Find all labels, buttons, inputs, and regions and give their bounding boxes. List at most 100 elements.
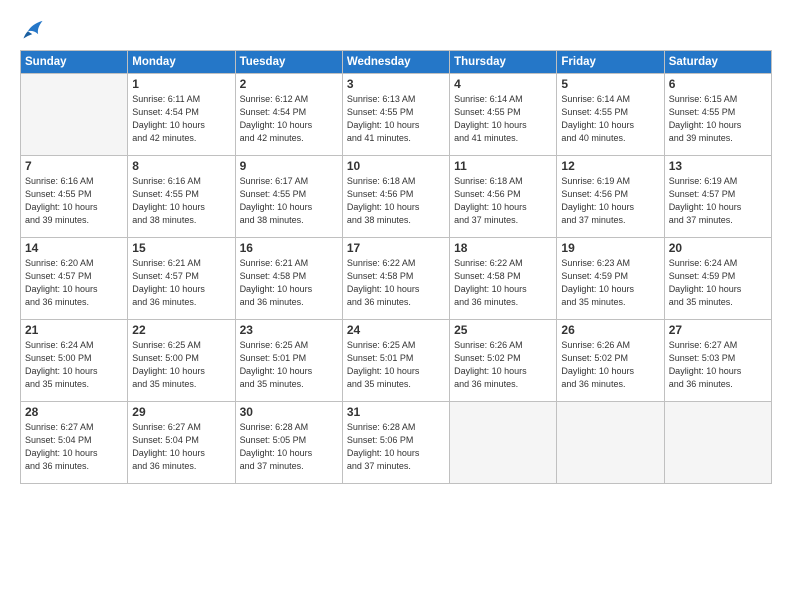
calendar-cell: 22 Sunrise: 6:25 AMSunset: 5:00 PMDayligh… [128,320,235,402]
calendar-week-5: 28 Sunrise: 6:27 AMSunset: 5:04 PMDayligh… [21,402,772,484]
day-info: Sunrise: 6:19 AMSunset: 4:57 PMDaylight:… [669,175,767,227]
day-info: Sunrise: 6:14 AMSunset: 4:55 PMDaylight:… [561,93,659,145]
day-number: 26 [561,323,659,337]
day-number: 16 [240,241,338,255]
day-number: 28 [25,405,123,419]
day-info: Sunrise: 6:27 AMSunset: 5:04 PMDaylight:… [25,421,123,473]
calendar-cell: 26Sunrise: 6:26 AMSunset: 5:02 PMDayligh… [557,320,664,402]
day-number: 20 [669,241,767,255]
day-number: 9 [240,159,338,173]
calendar-cell: 24Sunrise: 6:25 AMSunset: 5:01 PMDayligh… [342,320,449,402]
calendar-week-4: 21 Sunrise: 6:24 AMSunset: 5:00 PMDayligh… [21,320,772,402]
day-info: Sunrise: 6:24 AMSunset: 5:00 PMDaylight:… [25,339,123,391]
calendar-cell: 23Sunrise: 6:25 AMSunset: 5:01 PMDayligh… [235,320,342,402]
day-info: Sunrise: 6:21 AMSunset: 4:58 PMDaylight:… [240,257,338,309]
calendar-header-sunday: Sunday [21,51,128,74]
calendar-cell: 31 Sunrise: 6:28 AMSunset: 5:06 PMDayligh… [342,402,449,484]
calendar-cell: 17 Sunrise: 6:22 AMSunset: 4:58 PMDayligh… [342,238,449,320]
day-info: Sunrise: 6:19 AMSunset: 4:56 PMDaylight:… [561,175,659,227]
day-info: Sunrise: 6:17 AMSunset: 4:55 PMDaylight:… [240,175,338,227]
day-number: 3 [347,77,445,91]
calendar-header-saturday: Saturday [664,51,771,74]
day-number: 29 [132,405,230,419]
day-number: 7 [25,159,123,173]
day-number: 17 [347,241,445,255]
calendar-cell: 29Sunrise: 6:27 AMSunset: 5:04 PMDayligh… [128,402,235,484]
calendar-week-3: 14 Sunrise: 6:20 AMSunset: 4:57 PMDayligh… [21,238,772,320]
day-info: Sunrise: 6:28 AMSunset: 5:06 PMDaylight:… [347,421,445,473]
day-number: 6 [669,77,767,91]
calendar-cell: 7 Sunrise: 6:16 AMSunset: 4:55 PMDaylight… [21,156,128,238]
calendar-cell [450,402,557,484]
calendar-cell: 5 Sunrise: 6:14 AMSunset: 4:55 PMDaylight… [557,74,664,156]
calendar-cell: 28 Sunrise: 6:27 AMSunset: 5:04 PMDayligh… [21,402,128,484]
calendar-cell: 1 Sunrise: 6:11 AMSunset: 4:54 PMDaylight… [128,74,235,156]
day-info: Sunrise: 6:16 AMSunset: 4:55 PMDaylight:… [132,175,230,227]
day-number: 5 [561,77,659,91]
calendar-cell [664,402,771,484]
day-number: 21 [25,323,123,337]
calendar-cell: 25Sunrise: 6:26 AMSunset: 5:02 PMDayligh… [450,320,557,402]
day-info: Sunrise: 6:27 AMSunset: 5:03 PMDaylight:… [669,339,767,391]
day-info: Sunrise: 6:11 AMSunset: 4:54 PMDaylight:… [132,93,230,145]
day-number: 10 [347,159,445,173]
calendar-header-friday: Friday [557,51,664,74]
calendar-week-1: 1 Sunrise: 6:11 AMSunset: 4:54 PMDaylight… [21,74,772,156]
day-number: 12 [561,159,659,173]
day-number: 2 [240,77,338,91]
header [20,18,772,40]
day-number: 11 [454,159,552,173]
calendar-cell: 19 Sunrise: 6:23 AMSunset: 4:59 PMDayligh… [557,238,664,320]
day-info: Sunrise: 6:23 AMSunset: 4:59 PMDaylight:… [561,257,659,309]
day-number: 23 [240,323,338,337]
day-info: Sunrise: 6:16 AMSunset: 4:55 PMDaylight:… [25,175,123,227]
day-info: Sunrise: 6:18 AMSunset: 4:56 PMDaylight:… [347,175,445,227]
day-number: 22 [132,323,230,337]
day-number: 13 [669,159,767,173]
calendar-cell: 20 Sunrise: 6:24 AMSunset: 4:59 PMDayligh… [664,238,771,320]
calendar-cell: 10 Sunrise: 6:18 AMSunset: 4:56 PMDayligh… [342,156,449,238]
calendar-cell: 30Sunrise: 6:28 AMSunset: 5:05 PMDayligh… [235,402,342,484]
calendar-cell: 8 Sunrise: 6:16 AMSunset: 4:55 PMDaylight… [128,156,235,238]
calendar-cell [21,74,128,156]
calendar: SundayMondayTuesdayWednesdayThursdayFrid… [20,50,772,484]
day-info: Sunrise: 6:20 AMSunset: 4:57 PMDaylight:… [25,257,123,309]
day-number: 18 [454,241,552,255]
day-info: Sunrise: 6:12 AMSunset: 4:54 PMDaylight:… [240,93,338,145]
day-number: 30 [240,405,338,419]
day-number: 19 [561,241,659,255]
day-number: 4 [454,77,552,91]
calendar-header-thursday: Thursday [450,51,557,74]
day-number: 27 [669,323,767,337]
page: SundayMondayTuesdayWednesdayThursdayFrid… [0,0,792,612]
day-info: Sunrise: 6:22 AMSunset: 4:58 PMDaylight:… [347,257,445,309]
day-info: Sunrise: 6:22 AMSunset: 4:58 PMDaylight:… [454,257,552,309]
day-number: 15 [132,241,230,255]
day-number: 31 [347,405,445,419]
calendar-cell: 6Sunrise: 6:15 AMSunset: 4:55 PMDaylight… [664,74,771,156]
calendar-cell: 21 Sunrise: 6:24 AMSunset: 5:00 PMDayligh… [21,320,128,402]
day-info: Sunrise: 6:18 AMSunset: 4:56 PMDaylight:… [454,175,552,227]
calendar-cell: 4 Sunrise: 6:14 AMSunset: 4:55 PMDaylight… [450,74,557,156]
calendar-cell: 16 Sunrise: 6:21 AMSunset: 4:58 PMDayligh… [235,238,342,320]
day-info: Sunrise: 6:21 AMSunset: 4:57 PMDaylight:… [132,257,230,309]
calendar-cell: 3Sunrise: 6:13 AMSunset: 4:55 PMDaylight… [342,74,449,156]
day-info: Sunrise: 6:26 AMSunset: 5:02 PMDaylight:… [454,339,552,391]
day-info: Sunrise: 6:14 AMSunset: 4:55 PMDaylight:… [454,93,552,145]
calendar-week-2: 7 Sunrise: 6:16 AMSunset: 4:55 PMDaylight… [21,156,772,238]
day-info: Sunrise: 6:25 AMSunset: 5:00 PMDaylight:… [132,339,230,391]
logo [20,22,44,40]
day-info: Sunrise: 6:24 AMSunset: 4:59 PMDaylight:… [669,257,767,309]
day-number: 14 [25,241,123,255]
day-info: Sunrise: 6:25 AMSunset: 5:01 PMDaylight:… [347,339,445,391]
day-number: 1 [132,77,230,91]
calendar-header-monday: Monday [128,51,235,74]
calendar-cell: 11 Sunrise: 6:18 AMSunset: 4:56 PMDayligh… [450,156,557,238]
calendar-cell: 12 Sunrise: 6:19 AMSunset: 4:56 PMDayligh… [557,156,664,238]
day-number: 8 [132,159,230,173]
calendar-cell: 15 Sunrise: 6:21 AMSunset: 4:57 PMDayligh… [128,238,235,320]
calendar-header-row: SundayMondayTuesdayWednesdayThursdayFrid… [21,51,772,74]
bird-icon [22,18,44,40]
calendar-cell: 14 Sunrise: 6:20 AMSunset: 4:57 PMDayligh… [21,238,128,320]
calendar-cell: 13 Sunrise: 6:19 AMSunset: 4:57 PMDayligh… [664,156,771,238]
